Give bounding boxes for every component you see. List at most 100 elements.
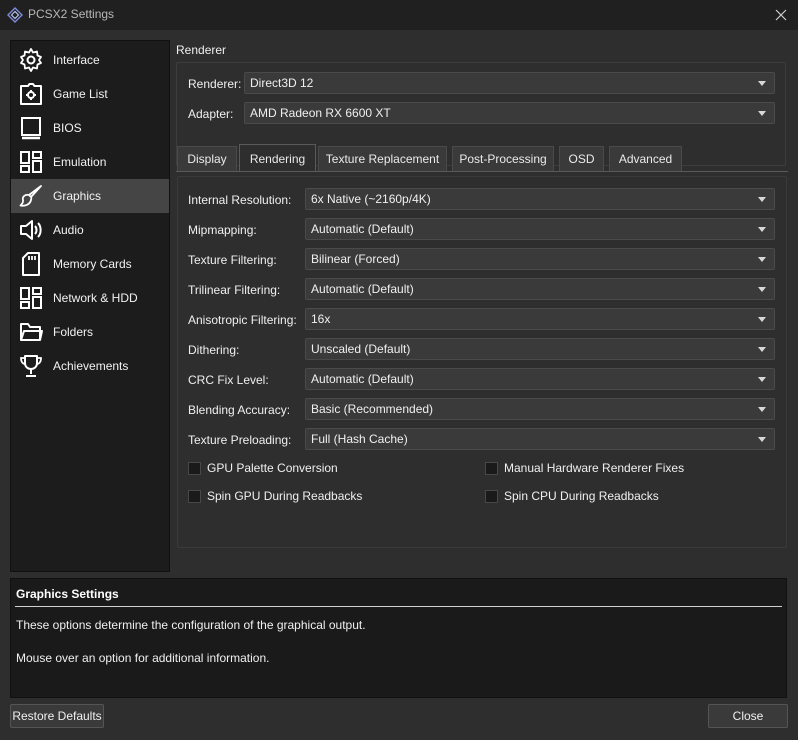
texture-filtering-select[interactable]: Bilinear (Forced) <box>305 248 775 270</box>
select-value: Automatic (Default) <box>311 282 414 296</box>
tab-display[interactable]: Display <box>177 146 237 171</box>
blending-accuracy-label: Blending Accuracy: <box>188 403 291 417</box>
adapter-label: Adapter: <box>188 107 234 121</box>
restore-defaults-button[interactable]: Restore Defaults <box>10 704 104 728</box>
pcsx2-logo-icon <box>7 7 23 23</box>
sidebar-item-label: Folders <box>53 325 94 339</box>
chevron-down-icon <box>758 197 766 202</box>
sidebar-item-label: Game List <box>53 87 108 101</box>
sidebar-item-bios[interactable]: BIOS <box>11 111 169 145</box>
sidebar-item-game-list[interactable]: Game List <box>11 77 169 111</box>
checkbox-box[interactable] <box>188 489 201 503</box>
select-value: Unscaled (Default) <box>311 342 411 356</box>
network-icon <box>17 284 45 312</box>
adapter-select-value: AMD Radeon RX 6600 XT <box>250 106 391 120</box>
close-button[interactable]: Close <box>708 704 788 728</box>
description-hint: Mouse over an option for additional info… <box>16 651 270 665</box>
gpu-palette-conversion-checkbox[interactable]: GPU Palette Conversion <box>188 461 338 475</box>
mipmapping-label: Mipmapping: <box>188 223 257 237</box>
checkbox-box[interactable] <box>188 461 201 475</box>
tab-post-processing[interactable]: Post-Processing <box>452 146 554 171</box>
description-title: Graphics Settings <box>16 587 119 601</box>
internal-resolution-label: Internal Resolution: <box>188 193 292 207</box>
renderer-select[interactable]: Direct3D 12 <box>244 72 775 94</box>
texture-preloading-select[interactable]: Full (Hash Cache) <box>305 428 775 450</box>
manual-hw-fixes-checkbox[interactable]: Manual Hardware Renderer Fixes <box>485 461 684 475</box>
select-value: Full (Hash Cache) <box>311 432 408 446</box>
chevron-down-icon <box>758 111 766 116</box>
checkbox-box[interactable] <box>485 489 498 503</box>
sidebar-item-label: Network & HDD <box>53 291 138 305</box>
sidebar-item-emulation[interactable]: Emulation <box>11 145 169 179</box>
dithering-select[interactable]: Unscaled (Default) <box>305 338 775 360</box>
sidebar-item-achievements[interactable]: Achievements <box>11 349 169 383</box>
renderer-select-value: Direct3D 12 <box>250 76 314 90</box>
tab-underline <box>176 171 788 172</box>
select-value: 16x <box>311 312 331 326</box>
sidebar-item-memory-cards[interactable]: Memory Cards <box>11 247 169 281</box>
chevron-down-icon <box>758 287 766 292</box>
title-bar: PCSX2 Settings <box>0 0 798 30</box>
sidebar-item-label: Audio <box>53 223 84 237</box>
chevron-down-icon <box>758 377 766 382</box>
chevron-down-icon <box>758 437 766 442</box>
checkbox-box[interactable] <box>485 461 498 475</box>
chevron-down-icon <box>758 227 766 232</box>
chevron-down-icon <box>758 407 766 412</box>
chevron-down-icon <box>758 81 766 86</box>
tab-advanced[interactable]: Advanced <box>609 146 682 171</box>
chip-icon <box>17 114 45 142</box>
blending-accuracy-select[interactable]: Basic (Recommended) <box>305 398 775 420</box>
rendering-tab-panel: Internal Resolution: 6x Native (~2160p/4… <box>177 176 787 548</box>
spin-gpu-readbacks-checkbox[interactable]: Spin GPU During Readbacks <box>188 489 362 503</box>
description-divider <box>15 606 782 607</box>
trophy-icon <box>17 352 45 380</box>
description-panel: Graphics Settings These options determin… <box>10 578 787 698</box>
gear-icon <box>17 46 45 74</box>
checkbox-label: GPU Palette Conversion <box>207 461 338 475</box>
brush-icon <box>17 182 45 210</box>
chevron-down-icon <box>758 257 766 262</box>
select-value: Basic (Recommended) <box>311 402 434 416</box>
tab-osd[interactable]: OSD <box>559 146 604 171</box>
sidebar-item-label: Emulation <box>53 155 107 169</box>
sidebar-item-audio[interactable]: Audio <box>11 213 169 247</box>
sidebar-item-label: Memory Cards <box>53 257 132 271</box>
sd-card-icon <box>17 250 45 278</box>
sidebar-item-network-hdd[interactable]: Network & HDD <box>11 281 169 315</box>
crc-fix-level-select[interactable]: Automatic (Default) <box>305 368 775 390</box>
checkbox-label: Spin GPU During Readbacks <box>207 489 363 503</box>
sidebar-item-label: Interface <box>53 53 100 67</box>
chevron-down-icon <box>758 347 766 352</box>
anisotropic-filtering-label: Anisotropic Filtering: <box>188 313 297 327</box>
select-value: Bilinear (Forced) <box>311 252 400 266</box>
renderer-label: Renderer: <box>188 77 242 91</box>
window-title: PCSX2 Settings <box>28 7 115 21</box>
tab-texture-replacement[interactable]: Texture Replacement <box>318 146 447 171</box>
folder-icon <box>17 318 45 346</box>
adapter-select[interactable]: AMD Radeon RX 6600 XT <box>244 102 775 124</box>
anisotropic-filtering-select[interactable]: 16x <box>305 308 775 330</box>
sidebar-item-graphics[interactable]: Graphics <box>11 179 169 213</box>
description-text: These options determine the configuratio… <box>16 618 366 632</box>
dialog-body: Interface Game List BIOS Emulation Graph… <box>0 30 798 740</box>
texture-filtering-label: Texture Filtering: <box>188 253 277 267</box>
settings-sidebar: Interface Game List BIOS Emulation Graph… <box>10 40 170 572</box>
close-icon[interactable] <box>770 4 792 26</box>
trilinear-filtering-label: Trilinear Filtering: <box>188 283 281 297</box>
dashboard-icon <box>17 148 45 176</box>
spin-cpu-readbacks-checkbox[interactable]: Spin CPU During Readbacks <box>485 489 659 503</box>
speaker-icon <box>17 216 45 244</box>
graphics-tab-bar: Display Rendering Texture Replacement Po… <box>176 144 788 172</box>
tab-rendering[interactable]: Rendering <box>239 144 316 172</box>
mipmapping-select[interactable]: Automatic (Default) <box>305 218 775 240</box>
chevron-down-icon <box>758 317 766 322</box>
trilinear-filtering-select[interactable]: Automatic (Default) <box>305 278 775 300</box>
renderer-group-title: Renderer <box>176 43 227 57</box>
checkbox-label: Manual Hardware Renderer Fixes <box>504 461 685 475</box>
sidebar-item-interface[interactable]: Interface <box>11 43 169 77</box>
sidebar-item-folders[interactable]: Folders <box>11 315 169 349</box>
internal-resolution-select[interactable]: 6x Native (~2160p/4K) <box>305 188 775 210</box>
texture-preloading-label: Texture Preloading: <box>188 433 292 447</box>
dithering-label: Dithering: <box>188 343 240 357</box>
